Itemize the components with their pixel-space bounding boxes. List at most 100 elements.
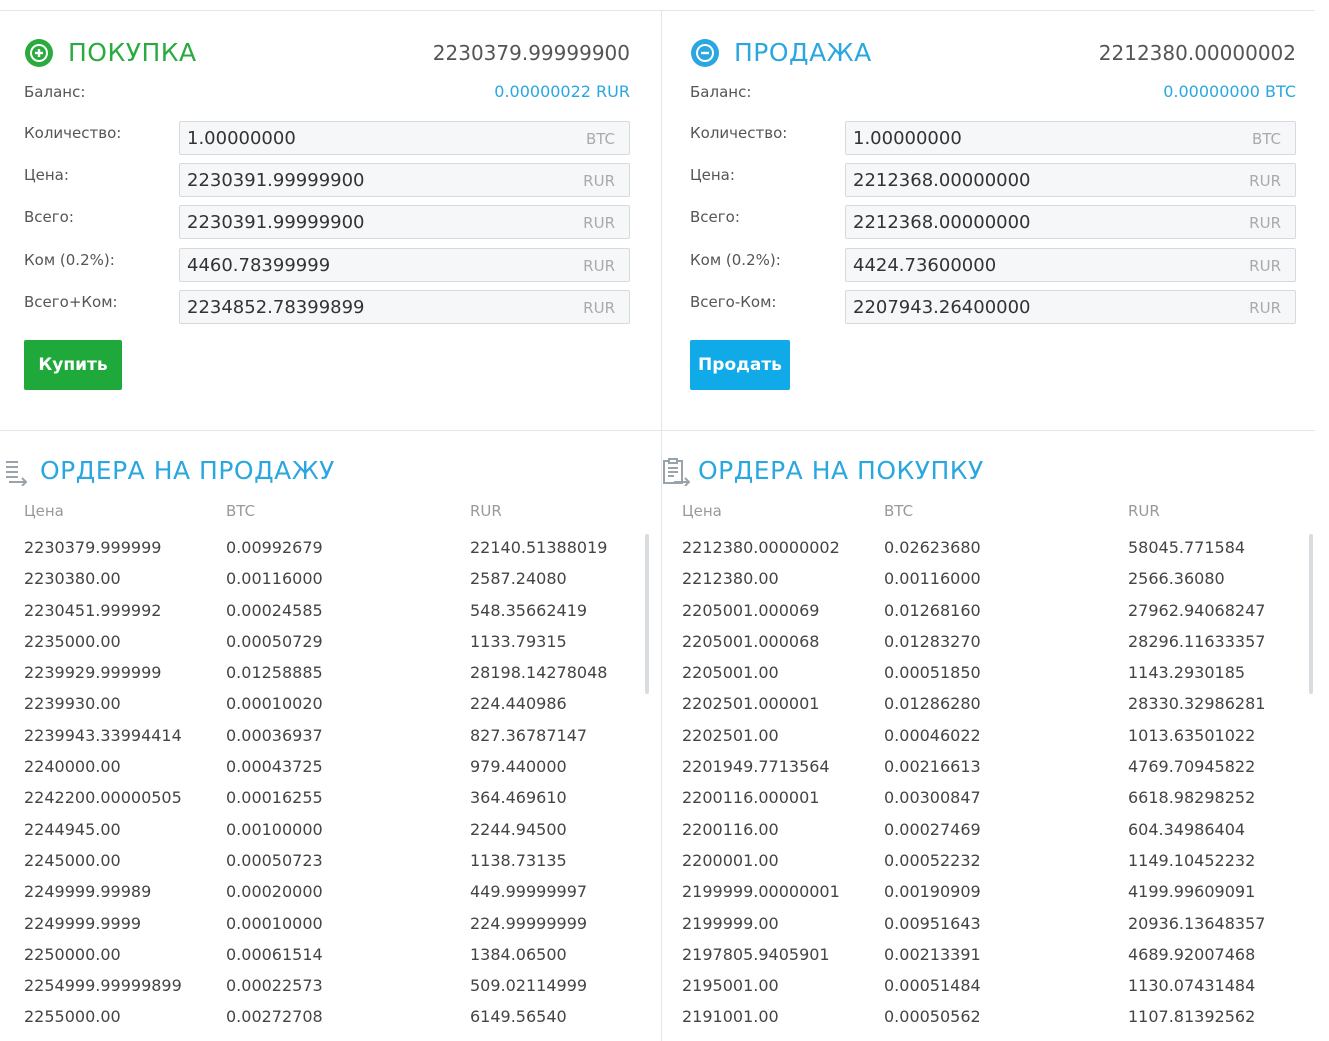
sell-total-fee-input[interactable]: 2207943.26400000 RUR — [845, 290, 1296, 324]
order-rur: 1138.73135 — [470, 850, 567, 870]
order-clipboard-icon — [663, 458, 690, 486]
table-row[interactable]: 2249999.9999 0.00010000 224.99999999 — [24, 914, 614, 945]
buy-total-value: 2230391.99999900 — [187, 212, 365, 233]
table-row[interactable]: 2199999.00 0.00951643 20936.13648357 — [682, 914, 1272, 945]
table-row[interactable]: 2205001.000069 0.01268160 27962.94068247 — [682, 601, 1272, 632]
table-row[interactable]: 2212380.00000002 0.02623680 58045.771584 — [682, 538, 1272, 569]
table-row[interactable]: 2230380.00 0.00116000 2587.24080 — [24, 569, 614, 600]
order-price: 2212380.00 — [682, 569, 779, 589]
col-btc[interactable]: BTC — [226, 502, 255, 520]
sell-fee-input[interactable]: 4424.73600000 RUR — [845, 248, 1296, 282]
sell-total-value: 2212368.00000000 — [853, 212, 1031, 233]
order-btc: 0.00010020 — [226, 694, 323, 714]
table-row[interactable]: 2199999.00000001 0.00190909 4199.99609091 — [682, 882, 1272, 913]
table-row[interactable]: 2244945.00 0.00100000 2244.94500 — [24, 820, 614, 851]
buy-title: ПОКУПКА — [68, 38, 197, 67]
sell-balance-value[interactable]: 0.00000000 BTC — [1163, 82, 1296, 101]
table-row[interactable]: 2255000.00 0.00272708 6149.56540 — [24, 1007, 614, 1038]
buy-total-label: Всего: — [24, 208, 74, 226]
col-btc[interactable]: BTC — [884, 502, 913, 520]
table-row[interactable]: 2245000.00 0.00050723 1138.73135 — [24, 851, 614, 882]
buy-price-input[interactable]: 2230391.99999900 RUR — [179, 163, 630, 197]
order-price: 2239929.999999 — [24, 663, 162, 683]
order-price: 2197805.9405901 — [682, 944, 830, 964]
table-row[interactable]: 2205001.00 0.00051850 1143.2930185 — [682, 663, 1272, 694]
order-rur: 224.99999999 — [470, 913, 588, 933]
table-row[interactable]: 2254999.99999899 0.00022573 509.02114999 — [24, 976, 614, 1007]
buy-total-fee-row: Всего+Ком: 2234852.78399899 RUR — [24, 290, 630, 324]
sell-price-input[interactable]: 2212368.00000000 RUR — [845, 163, 1296, 197]
sell-amount-unit: BTC — [1251, 130, 1281, 148]
buy-fee-input[interactable]: 4460.78399999 RUR — [179, 248, 630, 282]
sell-total-label: Всего: — [690, 208, 740, 226]
table-row[interactable]: 2191001.00 0.00050562 1107.81392562 — [682, 1007, 1272, 1038]
order-rur: 6618.98298252 — [1128, 788, 1256, 808]
buy-balance-row: Баланс: 0.00000022 RUR — [24, 82, 630, 104]
table-row[interactable]: 2197805.9405901 0.00213391 4689.92007468 — [682, 945, 1272, 976]
col-price[interactable]: Цена — [24, 502, 64, 520]
table-row[interactable]: 2230451.999992 0.00024585 548.35662419 — [24, 601, 614, 632]
table-row[interactable]: 2202501.00 0.00046022 1013.63501022 — [682, 726, 1272, 757]
order-btc: 0.00992679 — [226, 538, 323, 557]
table-row[interactable]: 2239930.00 0.00010020 224.440986 — [24, 694, 614, 725]
table-row[interactable]: 2200001.00 0.00052232 1149.10452232 — [682, 851, 1272, 882]
table-row[interactable]: 2239943.33994414 0.00036937 827.36787147 — [24, 726, 614, 757]
table-row[interactable]: 2242200.00000505 0.00016255 364.469610 — [24, 788, 614, 819]
sell-balance-label: Баланс: — [690, 83, 752, 101]
buy-header: ПОКУПКА 2230379.99999900 — [24, 36, 630, 70]
buy-amount-input[interactable]: 1.00000000 BTC — [179, 121, 630, 155]
order-btc: 0.01268160 — [884, 600, 981, 620]
buy-button[interactable]: Купить — [24, 340, 122, 390]
order-price: 2205001.000068 — [682, 631, 820, 651]
order-btc: 0.00020000 — [226, 882, 323, 902]
order-rur: 509.02114999 — [470, 976, 588, 996]
sell-total-input[interactable]: 2212368.00000000 RUR — [845, 205, 1296, 239]
sell-button[interactable]: Продать — [690, 340, 790, 390]
col-price[interactable]: Цена — [682, 502, 722, 520]
order-rur: 28296.11633357 — [1128, 631, 1266, 651]
order-btc: 0.00100000 — [226, 819, 323, 839]
sell-orders-list: 2230379.999999 0.00992679 22140.51388019 22… — [24, 538, 614, 1039]
order-btc: 0.00043725 — [226, 757, 323, 777]
order-rur: 28198.14278048 — [470, 663, 608, 683]
table-row[interactable]: 2250000.00 0.00061514 1384.06500 — [24, 945, 614, 976]
order-rur: 1149.10452232 — [1128, 850, 1256, 870]
sell-balance-row: Баланс: 0.00000000 BTC — [690, 82, 1296, 104]
sell-total-unit: RUR — [1249, 214, 1281, 232]
sell-orders-scrollbar[interactable] — [645, 534, 649, 694]
buy-orders-scrollbar[interactable] — [1309, 534, 1313, 694]
order-rur: 1133.79315 — [470, 631, 567, 651]
buy-total-fee-input[interactable]: 2234852.78399899 RUR — [179, 290, 630, 324]
order-btc: 0.00116000 — [884, 569, 981, 589]
table-row[interactable]: 2200116.000001 0.00300847 6618.98298252 — [682, 788, 1272, 819]
table-row[interactable]: 2212380.00 0.00116000 2566.36080 — [682, 569, 1272, 600]
buy-amount-label: Количество: — [24, 124, 122, 142]
table-row[interactable]: 2239929.999999 0.01258885 28198.14278048 — [24, 663, 614, 694]
sell-orders-header: ОРДЕРА НА ПРОДАЖУ — [4, 450, 614, 490]
sell-fee-unit: RUR — [1249, 257, 1281, 275]
col-rur[interactable]: RUR — [470, 502, 502, 520]
buy-fee-unit: RUR — [583, 257, 615, 275]
table-row[interactable]: 2205001.000068 0.01283270 28296.11633357 — [682, 632, 1272, 663]
table-row[interactable]: 2201949.7713564 0.00216613 4769.70945822 — [682, 757, 1272, 788]
order-rur: 4769.70945822 — [1128, 757, 1256, 777]
col-rur[interactable]: RUR — [1128, 502, 1160, 520]
table-row[interactable]: 2230379.999999 0.00992679 22140.51388019 — [24, 538, 614, 569]
sell-orders-panel: ОРДЕРА НА ПРОДАЖУ Цена BTC RUR 2230379.9… — [4, 450, 649, 1041]
table-row[interactable]: 2235000.00 0.00050729 1133.79315 — [24, 632, 614, 663]
table-row[interactable]: 2200116.00 0.00027469 604.34986404 — [682, 820, 1272, 851]
buy-price-label: Цена: — [24, 166, 69, 184]
table-row[interactable]: 2249999.99989 0.00020000 449.99999997 — [24, 882, 614, 913]
order-rur: 224.440986 — [470, 694, 567, 714]
sell-amount-input[interactable]: 1.00000000 BTC — [845, 121, 1296, 155]
table-row[interactable]: 2240000.00 0.00043725 979.440000 — [24, 757, 614, 788]
plus-circle-icon — [25, 39, 53, 67]
order-btc: 0.00036937 — [226, 725, 323, 745]
buy-fee-row: Ком (0.2%): 4460.78399999 RUR — [24, 248, 630, 282]
buy-balance-value[interactable]: 0.00000022 RUR — [494, 82, 630, 101]
sell-amount-row: Количество: 1.00000000 BTC — [690, 121, 1296, 155]
buy-total-input[interactable]: 2230391.99999900 RUR — [179, 205, 630, 239]
table-row[interactable]: 2202501.000001 0.01286280 28330.32986281 — [682, 694, 1272, 725]
table-row[interactable]: 2195001.00 0.00051484 1130.07431484 — [682, 976, 1272, 1007]
order-rur: 1130.07431484 — [1128, 976, 1256, 996]
